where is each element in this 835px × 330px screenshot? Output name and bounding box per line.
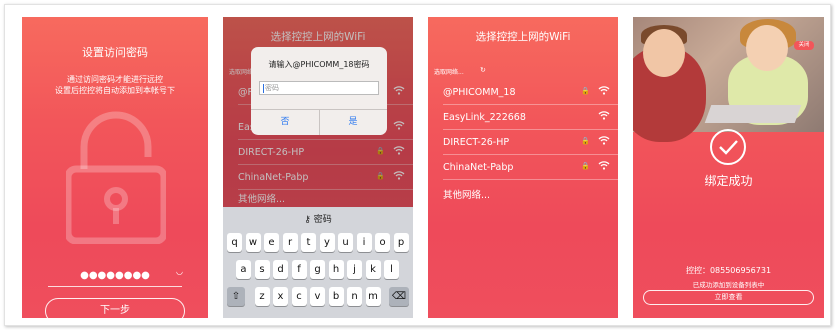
choose-wifi-screen: 选择控控上网的WiFi 选取网络... ↻ @PHICOMM_18 🔒 Easy… (428, 17, 618, 318)
description: 通过访问密码才能进行远控 设置后控控将自动添加到本帐号下 (22, 74, 208, 96)
network-name: @PHICOMM_18 (443, 87, 516, 98)
success-message: 已成功添加到设备列表中 (692, 281, 765, 289)
close-button[interactable]: 关闭 (794, 41, 814, 50)
key[interactable]: l (384, 260, 399, 279)
key[interactable]: f (291, 260, 307, 279)
bind-success-screen: 关闭 绑定成功 控控：085506956731 已成功添加到设备列表中 立即查看 (633, 17, 824, 318)
password-input[interactable]: ●●●●●●●● (48, 270, 182, 281)
key[interactable]: v (310, 287, 325, 306)
key[interactable]: u (338, 233, 353, 252)
lock-icon: 🔒 (581, 162, 590, 170)
wifi-icon (598, 86, 610, 95)
network-row[interactable]: @PHICOMM_18 🔒 (428, 80, 618, 105)
wifi-password-screen: 选择控控上网的WiFi 选取网络... @PHICOMM_18 🔒 EasyLi… (223, 17, 413, 318)
shift-key[interactable]: ⇧ (227, 287, 245, 306)
confirm-button[interactable]: 是 (319, 109, 387, 135)
choose-network-label: 选取网络... (434, 69, 464, 76)
input-clear-icon[interactable]: ◡ (176, 267, 183, 276)
wifi-icon (598, 111, 610, 120)
key[interactable]: y (319, 233, 335, 252)
other-networks-row[interactable]: 其他网络... (428, 180, 618, 205)
key[interactable]: x (273, 287, 288, 306)
password-field[interactable]: 密码 (259, 81, 379, 95)
key[interactable]: z (254, 287, 270, 306)
key[interactable]: w (245, 233, 261, 252)
lock-icon: 🔒 (581, 137, 590, 145)
key[interactable]: q (227, 233, 242, 252)
set-password-screen: 设置访问密码 通过访问密码才能进行远控 设置后控控将自动添加到本帐号下 ●●●●… (22, 17, 208, 318)
photo-shape (643, 29, 685, 77)
key[interactable]: m (365, 287, 381, 306)
network-name: EasyLink_222668 (443, 112, 526, 123)
password-placeholder: 密码 (265, 84, 279, 92)
network-row[interactable]: ChinaNet-Pabp 🔒 (428, 155, 618, 180)
key[interactable]: c (291, 287, 307, 306)
lock-icon: 🔒 (581, 87, 590, 95)
dialog-title: 请输入@PHICOMM_18密码 (268, 60, 370, 69)
key[interactable]: e (264, 233, 279, 252)
key[interactable]: i (356, 233, 372, 252)
keyboard: ⚷ 密码 q w e r t y u i o p a s d f g h j k… (223, 207, 413, 318)
delete-key[interactable]: ⌫ (389, 287, 409, 306)
photo-shape (746, 25, 788, 71)
screenshot-frame: 设置访问密码 通过访问密码才能进行远控 设置后控控将自动添加到本帐号下 ●●●●… (4, 4, 831, 326)
key[interactable]: o (375, 233, 390, 252)
device-id: 控控：085506956731 (685, 266, 772, 275)
key[interactable]: g (310, 260, 325, 279)
unlock-icon (66, 111, 166, 244)
cancel-button[interactable]: 否 (251, 109, 319, 135)
key[interactable]: s (254, 260, 270, 279)
text-caret (263, 83, 264, 93)
key[interactable]: h (328, 260, 344, 279)
key[interactable]: a (236, 260, 251, 279)
description-line-2: 设置后控控将自动添加到本帐号下 (55, 86, 175, 95)
wifi-icon (598, 161, 610, 170)
network-name: 其他网络... (443, 190, 491, 201)
network-name: DIRECT-26-HP (443, 137, 510, 148)
key[interactable]: r (282, 233, 298, 252)
next-button[interactable]: 下一步 (45, 298, 185, 318)
page-title: 设置访问密码 (82, 46, 148, 59)
password-dialog: 请输入@PHICOMM_18密码 密码 否 是 (251, 47, 387, 135)
key[interactable]: n (347, 287, 362, 306)
network-row[interactable]: EasyLink_222668 (428, 105, 618, 130)
key[interactable]: p (393, 233, 409, 252)
page-title: 选择控控上网的WiFi (475, 31, 571, 43)
key[interactable]: t (301, 233, 316, 252)
key[interactable]: j (347, 260, 362, 279)
check-circle-icon (710, 129, 746, 165)
network-name: ChinaNet-Pabp (443, 162, 514, 173)
photo-shape (704, 105, 802, 123)
wifi-icon (598, 136, 610, 145)
input-underline (48, 286, 182, 287)
key-icon: ⚷ (304, 215, 314, 225)
network-row[interactable]: DIRECT-26-HP 🔒 (428, 130, 618, 155)
success-title: 绑定成功 (704, 174, 753, 188)
key[interactable]: d (273, 260, 288, 279)
keyboard-header-label: 密码 (313, 215, 332, 225)
key[interactable]: k (365, 260, 381, 279)
keyboard-header: ⚷ 密码 (223, 212, 413, 225)
loading-spinner-icon: ↻ (480, 66, 486, 74)
key[interactable]: b (328, 287, 344, 306)
view-now-button[interactable]: 立即查看 (643, 290, 814, 305)
description-line-1: 通过访问密码才能进行远控 (67, 75, 163, 84)
kids-photo (633, 17, 824, 142)
